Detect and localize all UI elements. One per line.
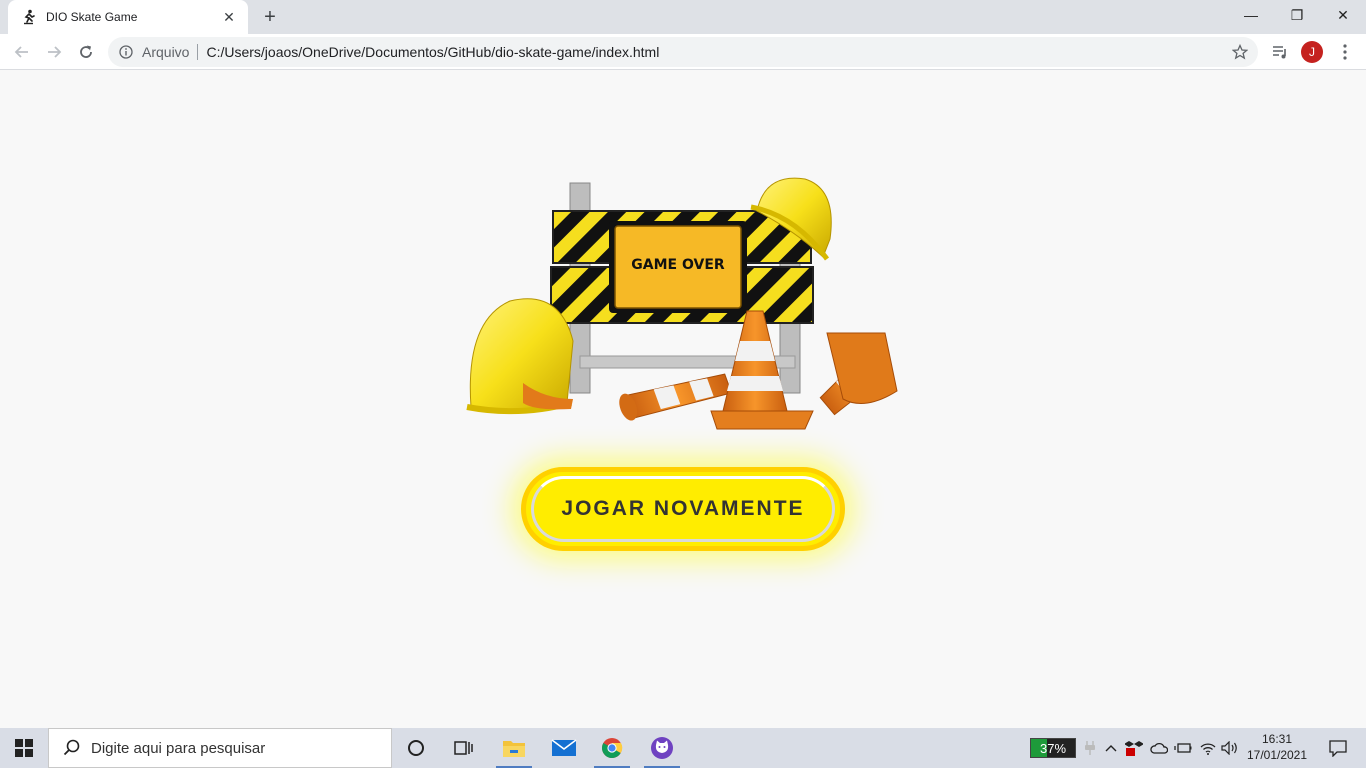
browser-tab[interactable]: DIO Skate Game ✕: [8, 0, 248, 34]
taskbar-chrome[interactable]: [588, 728, 636, 768]
clock-date: 17/01/2021: [1246, 748, 1308, 762]
kebab-menu-icon[interactable]: [1333, 40, 1357, 64]
browser-toolbar: Arquivo C:/Users/joaos/OneDrive/Document…: [0, 34, 1366, 70]
new-tab-button[interactable]: +: [258, 5, 282, 29]
bookmark-star-icon[interactable]: [1230, 42, 1250, 62]
url-text[interactable]: C:/Users/joaos/OneDrive/Documentos/GitHu…: [206, 44, 659, 60]
forward-button[interactable]: [40, 38, 68, 66]
tab-title: DIO Skate Game: [46, 10, 138, 24]
restore-button[interactable]: ❐: [1274, 0, 1320, 30]
reload-button[interactable]: [72, 38, 100, 66]
volume-icon[interactable]: [1220, 738, 1240, 758]
profile-avatar[interactable]: J: [1301, 41, 1323, 63]
skater-icon: [20, 8, 38, 26]
play-again-label: JOGAR NOVAMENTE: [561, 497, 805, 520]
taskbar-mail[interactable]: [540, 728, 588, 768]
search-icon: [63, 739, 80, 756]
back-arrow-icon: [14, 46, 28, 58]
task-view-icon: [454, 741, 473, 755]
cortana-circle-icon: [408, 740, 424, 756]
security-label: Arquivo: [142, 44, 190, 60]
forward-arrow-icon: [48, 46, 62, 58]
onedrive-cloud-icon[interactable]: [1149, 738, 1169, 758]
mail-icon: [551, 739, 577, 756]
taskbar-file-explorer[interactable]: [490, 728, 538, 768]
tab-close-icon[interactable]: ✕: [220, 8, 238, 26]
notification-icon: [1329, 740, 1347, 757]
play-again-button[interactable]: JOGAR NOVAMENTE: [521, 467, 845, 551]
game-over-sign-text: GAME OVER: [631, 257, 725, 273]
reload-icon: [80, 45, 92, 58]
github-cat-icon: [651, 737, 673, 759]
info-icon[interactable]: [118, 44, 134, 60]
game-page: GAME OVER JOGAR NOVAMENTE: [0, 71, 1366, 728]
tray-overflow-chevron-icon[interactable]: [1101, 738, 1121, 758]
taskbar-clock[interactable]: 16:31 17/01/2021: [1244, 731, 1310, 763]
chrome-icon: [601, 738, 623, 759]
back-button[interactable]: [8, 38, 36, 66]
battery-charging-icon[interactable]: [1173, 738, 1193, 758]
battery-indicator[interactable]: 37%: [1030, 738, 1076, 758]
game-over-illustration: GAME OVER: [466, 177, 898, 430]
task-view-button[interactable]: [440, 728, 488, 768]
start-button[interactable]: [0, 728, 48, 768]
omnibox-divider: [197, 44, 199, 60]
wifi-icon[interactable]: [1198, 738, 1218, 758]
cortana-button[interactable]: [392, 728, 440, 768]
windows-taskbar: Digite aqui para pesquisar 37% 16:31 17/…: [0, 728, 1366, 768]
taskbar-github-desktop[interactable]: [638, 728, 686, 768]
minimize-button[interactable]: —: [1228, 0, 1274, 30]
close-window-button[interactable]: ✕: [1320, 0, 1366, 30]
tab-strip: DIO Skate Game ✕ + — ❐ ✕: [0, 0, 1366, 34]
taskbar-search-box[interactable]: Digite aqui para pesquisar: [48, 728, 392, 768]
folder-icon: [503, 741, 525, 757]
media-queue-icon[interactable]: [1268, 40, 1292, 64]
battery-percent: 37%: [1039, 740, 1067, 756]
dropbox-alert-icon[interactable]: [1124, 738, 1144, 758]
search-placeholder: Digite aqui para pesquisar: [91, 739, 266, 757]
windows-logo-icon: [15, 739, 33, 757]
clock-time: 16:31: [1261, 732, 1293, 746]
address-bar[interactable]: Arquivo C:/Users/joaos/OneDrive/Document…: [108, 37, 1258, 67]
power-plug-icon[interactable]: [1080, 738, 1100, 758]
action-center-button[interactable]: [1318, 728, 1358, 768]
